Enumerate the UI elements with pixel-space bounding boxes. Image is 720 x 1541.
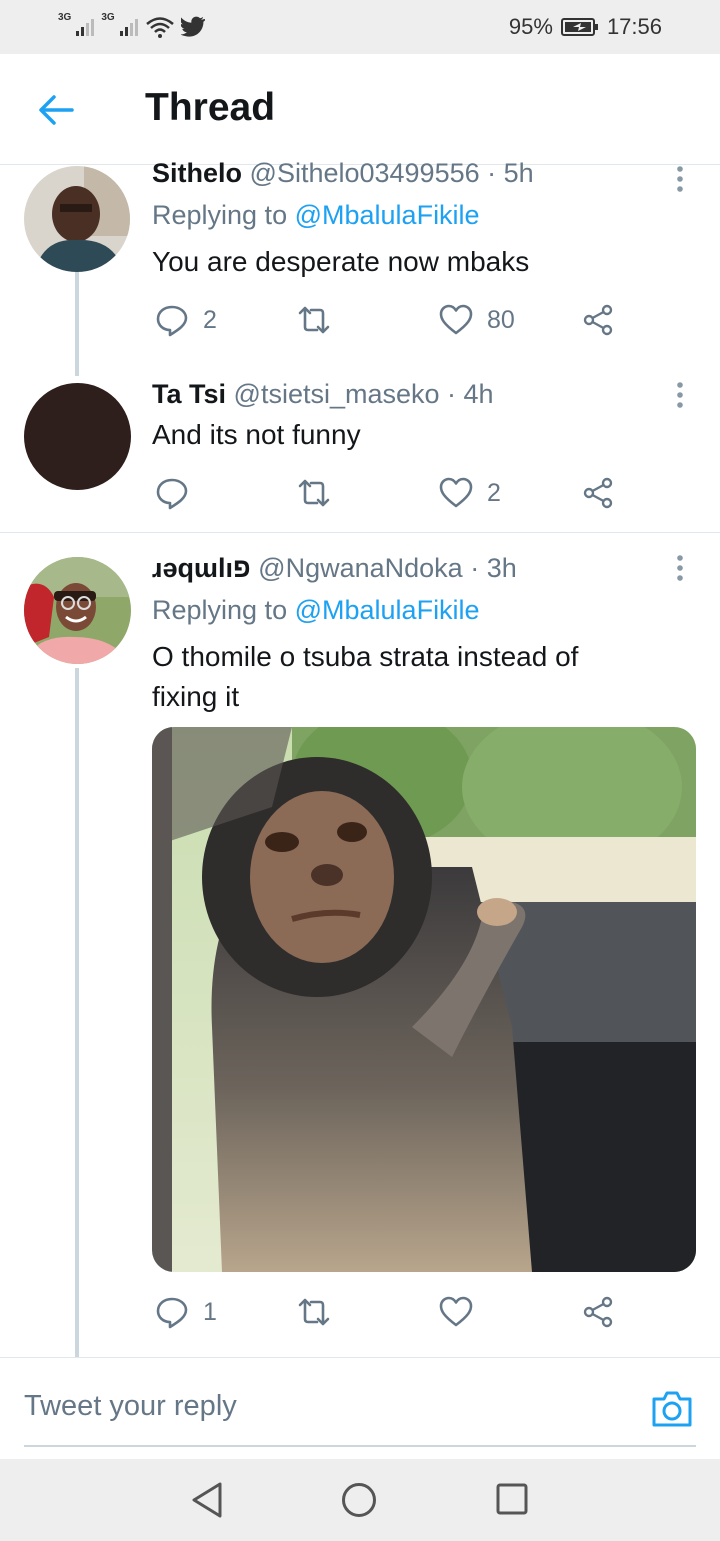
reply-count: 2 <box>203 305 217 334</box>
tweet-time: · 3h <box>470 553 517 583</box>
battery-charging-icon <box>560 18 598 36</box>
like-count: 80 <box>487 305 515 334</box>
replying-to: Replying to @MbalulaFikile <box>152 200 480 231</box>
share-icon <box>583 1296 613 1328</box>
monkey-photo <box>152 727 696 1272</box>
retweet-button[interactable] <box>297 303 439 337</box>
nav-back-icon[interactable] <box>190 1481 224 1519</box>
thread-connector-line <box>75 668 79 1358</box>
signal-label-1: 3G <box>58 12 72 23</box>
tweet-actions: 2 80 <box>155 300 720 340</box>
reply-icon <box>156 1297 188 1329</box>
share-button[interactable] <box>581 1295 720 1329</box>
author-handle[interactable]: @tsietsi_maseko <box>234 379 440 409</box>
retweet-icon <box>298 306 330 334</box>
author-name[interactable]: ɹǝqɯlıפ <box>152 553 251 583</box>
reply-input[interactable]: Tweet your reply <box>24 1390 237 1423</box>
wifi-icon <box>145 17 174 38</box>
signal-label-2: 3G <box>101 12 115 23</box>
avatar-image <box>24 166 130 272</box>
tweet-text: And its not funny <box>152 419 361 450</box>
author-name[interactable]: Sithelo <box>152 158 242 188</box>
mention-link[interactable]: @MbalulaFikile <box>295 200 480 230</box>
tweet-text-line: O thomile o tsuba strata instead of <box>152 641 579 672</box>
tweet-time: · 5h <box>487 158 534 188</box>
tweet-divider <box>0 532 720 533</box>
status-right: 95% 17:56 <box>509 12 662 42</box>
reply-icon <box>156 478 188 510</box>
like-button[interactable]: 2 <box>439 476 581 510</box>
status-left: 3G 3G <box>58 12 205 42</box>
reply-count: 1 <box>203 1297 217 1326</box>
nav-home-icon[interactable] <box>341 1482 377 1518</box>
tweet-actions: 1 <box>155 1292 720 1332</box>
tweet-meta: Sithelo @Sithelo03499556 · 5h <box>152 158 534 189</box>
reply-button[interactable] <box>155 476 297 510</box>
more-options-icon[interactable] <box>675 380 685 410</box>
avatar-image <box>24 557 131 664</box>
share-icon <box>583 304 613 336</box>
replying-prefix: Replying to <box>152 595 288 625</box>
author-handle[interactable]: @Sithelo03499556 <box>250 158 480 188</box>
like-button[interactable]: 80 <box>439 303 581 337</box>
clock: 17:56 <box>606 14 662 39</box>
avatar[interactable] <box>24 557 131 664</box>
heart-icon <box>439 1296 473 1327</box>
nav-recents-icon[interactable] <box>496 1483 528 1515</box>
thread-connector-line <box>75 272 79 376</box>
tweet-text-line: fixing it <box>152 681 240 712</box>
heart-icon <box>439 477 473 508</box>
more-options-icon[interactable] <box>675 164 685 194</box>
tweet-text: You are desperate now mbaks <box>152 246 530 277</box>
system-nav-bar <box>0 1459 720 1541</box>
author-handle[interactable]: @NgwanaNdoka <box>258 553 463 583</box>
tweet-meta: ɹǝqɯlıפ @NgwanaNdoka · 3h <box>152 553 517 584</box>
share-icon <box>583 477 613 509</box>
battery-percent: 95% <box>508 14 553 39</box>
heart-icon <box>439 304 473 335</box>
reply-input-underline <box>24 1445 696 1447</box>
share-button[interactable] <box>581 476 720 510</box>
like-count: 2 <box>487 478 501 507</box>
signal-icon <box>119 19 138 36</box>
status-bar: 3G 3G 95% 17:56 <box>0 0 720 54</box>
avatar[interactable] <box>24 383 131 490</box>
retweet-icon <box>298 479 330 507</box>
page-title: Thread <box>145 86 276 129</box>
reply-button[interactable]: 1 <box>155 1295 297 1329</box>
retweet-icon <box>298 1298 330 1326</box>
avatar[interactable] <box>24 166 130 272</box>
tweet-time: · 4h <box>447 379 494 409</box>
retweet-button[interactable] <box>297 1295 439 1329</box>
reply-icon <box>156 305 188 337</box>
tweet-meta: Ta Tsi @tsietsi_maseko · 4h <box>152 379 494 410</box>
tweet-media-image[interactable] <box>152 727 696 1272</box>
replying-prefix: Replying to <box>152 200 288 230</box>
app-header <box>0 54 720 165</box>
author-name[interactable]: Ta Tsi <box>152 379 226 409</box>
signal-icon <box>76 19 95 36</box>
twitter-bird-icon <box>180 16 205 37</box>
like-button[interactable] <box>439 1295 581 1329</box>
replying-to: Replying to @MbalulaFikile <box>152 595 480 626</box>
more-options-icon[interactable] <box>675 553 685 583</box>
reply-button[interactable]: 2 <box>155 303 297 337</box>
tweet-text: O thomile o tsuba strata instead of fixi… <box>152 637 578 717</box>
camera-icon[interactable] <box>650 1387 694 1431</box>
share-button[interactable] <box>581 303 720 337</box>
back-arrow-icon[interactable] <box>36 90 76 130</box>
retweet-button[interactable] <box>297 476 439 510</box>
tweet-actions: 2 <box>155 473 720 513</box>
mention-link[interactable]: @MbalulaFikile <box>295 595 480 625</box>
